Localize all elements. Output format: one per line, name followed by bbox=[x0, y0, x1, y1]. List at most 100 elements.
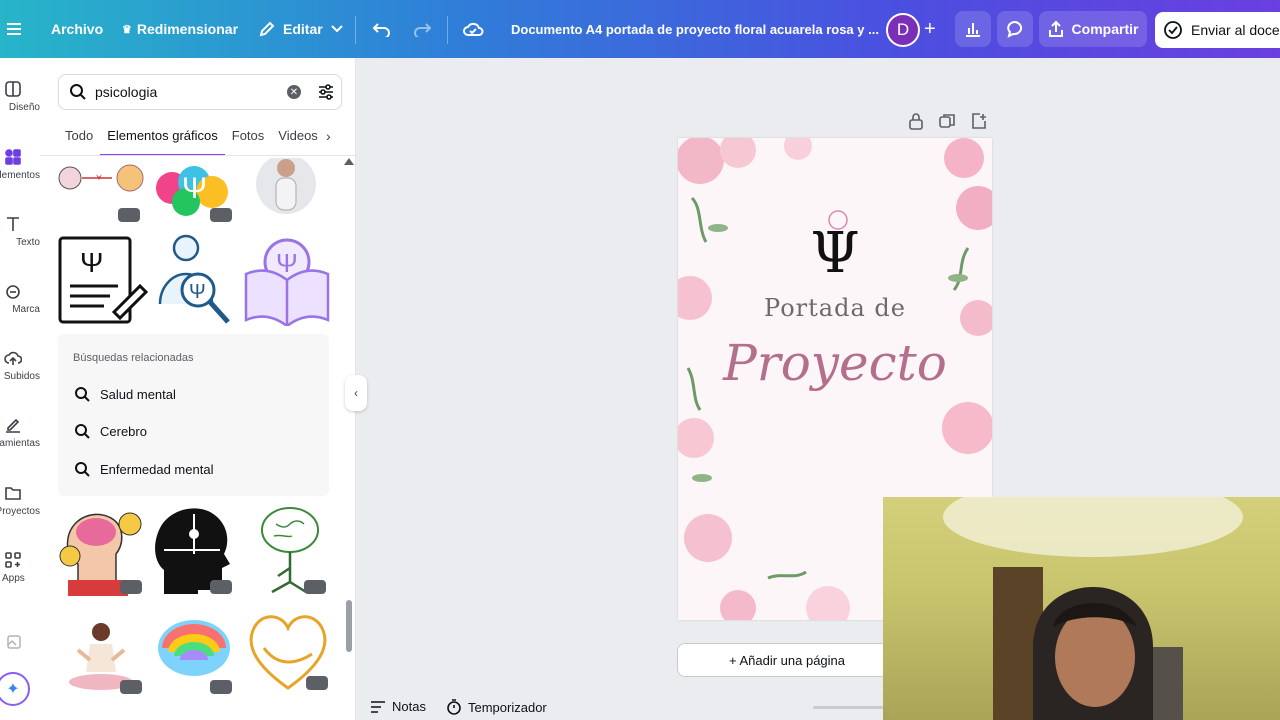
tab-elementos-graficos[interactable]: Elementos gráficos bbox=[100, 126, 225, 156]
check-circle-icon bbox=[1164, 21, 1182, 39]
undo-icon[interactable] bbox=[372, 0, 392, 58]
crown-icon: ♛ bbox=[122, 23, 132, 36]
add-page-icon[interactable] bbox=[970, 112, 988, 130]
graphic-head-emotions[interactable] bbox=[58, 504, 144, 596]
bar-chart-icon bbox=[966, 23, 980, 37]
graphic-brain-tree[interactable] bbox=[246, 504, 332, 596]
clear-search-icon[interactable]: ✕ bbox=[287, 85, 301, 99]
rail-item-texto[interactable]: Texto bbox=[0, 215, 40, 275]
timer-button[interactable]: Temporizador bbox=[446, 699, 547, 715]
graphic-colorful-psi[interactable]: Ψ bbox=[152, 158, 236, 222]
redimensionar-label: Redimensionar bbox=[136, 21, 239, 37]
image-icon[interactable] bbox=[0, 634, 22, 655]
add-collaborator-icon[interactable]: + bbox=[924, 0, 936, 58]
search-icon bbox=[75, 424, 90, 439]
premium-badge bbox=[120, 680, 142, 694]
tab-fotos[interactable]: Fotos bbox=[232, 126, 265, 156]
search-icon bbox=[75, 462, 90, 477]
graphic-heart-hug[interactable] bbox=[244, 608, 332, 694]
editar-button[interactable]: Editar bbox=[258, 0, 343, 58]
scroll-up-arrow[interactable] bbox=[344, 158, 354, 165]
premium-badge bbox=[120, 580, 142, 594]
divider bbox=[447, 16, 448, 44]
graphic-meditating-woman[interactable] bbox=[58, 610, 144, 696]
related-item-enfermedad-mental[interactable]: Enfermedad mental bbox=[74, 456, 213, 482]
hamburger-icon[interactable] bbox=[6, 0, 22, 58]
search-value: psicologia bbox=[95, 84, 158, 100]
zoom-slider[interactable] bbox=[813, 706, 883, 709]
collapse-panel-button[interactable]: ‹ bbox=[345, 375, 367, 411]
divider bbox=[355, 16, 356, 44]
svg-text:Ψ: Ψ bbox=[80, 247, 103, 278]
cover-title-line2[interactable]: Proyecto bbox=[678, 334, 992, 392]
comment-icon bbox=[1007, 20, 1023, 38]
apps-icon bbox=[5, 552, 21, 568]
rail-item-subidos[interactable]: Subidos bbox=[0, 349, 40, 409]
cloud-saved-icon[interactable] bbox=[462, 0, 484, 58]
timer-label: Temporizador bbox=[468, 699, 547, 715]
graphic-puzzle-head[interactable] bbox=[154, 504, 234, 596]
premium-badge bbox=[210, 680, 232, 694]
graphic-psi-book[interactable]: Ψ bbox=[242, 234, 332, 328]
text-icon bbox=[7, 217, 19, 231]
graphic-heart-brain[interactable] bbox=[58, 158, 148, 222]
filter-icon[interactable] bbox=[317, 83, 335, 101]
premium-badge bbox=[306, 676, 328, 690]
search-input[interactable]: psicologia ✕ bbox=[58, 74, 342, 110]
left-rail: Diseño Elementos Texto Marca Subidos Her… bbox=[0, 58, 40, 720]
document-title[interactable]: Documento A4 portada de proyecto floral … bbox=[511, 0, 879, 58]
add-page-button[interactable]: + Añadir una página bbox=[677, 643, 897, 677]
rail-label: Marca bbox=[12, 304, 40, 315]
tab-videos[interactable]: Videos bbox=[278, 126, 318, 156]
related-label: Cerebro bbox=[100, 423, 147, 439]
related-item-cerebro[interactable]: Cerebro bbox=[74, 418, 147, 444]
redo-icon[interactable] bbox=[412, 0, 432, 58]
related-label: Salud mental bbox=[100, 386, 176, 402]
redimensionar-button[interactable]: ♛ Redimensionar bbox=[122, 0, 238, 58]
graphic-person-magnifier[interactable]: Ψ bbox=[152, 234, 236, 326]
rail-item-marca[interactable]: Marca bbox=[0, 282, 40, 342]
psi-symbol[interactable]: Ψ bbox=[678, 224, 992, 284]
duplicate-icon[interactable] bbox=[938, 112, 956, 130]
folder-icon bbox=[5, 487, 21, 500]
notes-icon bbox=[371, 700, 385, 713]
rail-label: Elementos bbox=[0, 170, 40, 181]
rail-item-elementos[interactable]: Elementos bbox=[0, 148, 40, 208]
rail-label: Proyectos bbox=[0, 506, 40, 517]
graphic-rainbow-brain[interactable] bbox=[152, 612, 236, 694]
stats-button[interactable] bbox=[955, 11, 991, 47]
comments-button[interactable] bbox=[997, 11, 1033, 47]
search-icon bbox=[75, 387, 90, 402]
share-button[interactable]: Compartir bbox=[1039, 11, 1147, 47]
related-item-salud-mental[interactable]: Salud mental bbox=[74, 381, 176, 407]
scrollbar-thumb[interactable] bbox=[346, 600, 352, 652]
send-to-teacher-button[interactable]: Enviar al docen bbox=[1155, 12, 1280, 48]
related-header: Búsquedas relacionadas bbox=[73, 352, 194, 364]
divider bbox=[40, 155, 356, 156]
search-icon bbox=[70, 84, 86, 100]
tab-bar: Todo Elementos gráficos Fotos Videos bbox=[65, 126, 318, 156]
chevron-right-icon[interactable]: › bbox=[326, 128, 331, 144]
premium-badge bbox=[210, 580, 232, 594]
elements-panel: psicologia ✕ Todo Elementos gráficos Fot… bbox=[40, 58, 356, 720]
archivo-menu[interactable]: Archivo bbox=[51, 0, 103, 58]
editar-label: Editar bbox=[283, 21, 323, 37]
rail-item-proyectos[interactable]: Proyectos bbox=[0, 484, 40, 544]
notes-button[interactable]: Notas bbox=[370, 699, 426, 714]
related-label: Enfermedad mental bbox=[100, 461, 214, 477]
cover-title-line1[interactable]: Portada de bbox=[678, 294, 992, 322]
magic-sparkle-icon[interactable]: ✦ bbox=[0, 672, 30, 706]
rail-item-diseno[interactable]: Diseño bbox=[0, 80, 40, 140]
svg-text:Ψ: Ψ bbox=[189, 281, 206, 303]
graphic-psi-document[interactable]: Ψ bbox=[58, 236, 149, 324]
avatar[interactable]: D bbox=[886, 13, 920, 47]
pencil-icon bbox=[259, 21, 275, 37]
graphic-sad-person[interactable] bbox=[244, 154, 328, 218]
rail-item-herramientas[interactable]: Herramientas bbox=[0, 416, 40, 476]
rail-item-apps[interactable]: Apps bbox=[0, 551, 40, 611]
layout-icon bbox=[5, 81, 21, 97]
tab-todo[interactable]: Todo bbox=[65, 126, 93, 156]
upload-icon bbox=[4, 351, 22, 365]
rail-label: Diseño bbox=[8, 102, 40, 113]
lock-icon[interactable] bbox=[908, 112, 924, 130]
